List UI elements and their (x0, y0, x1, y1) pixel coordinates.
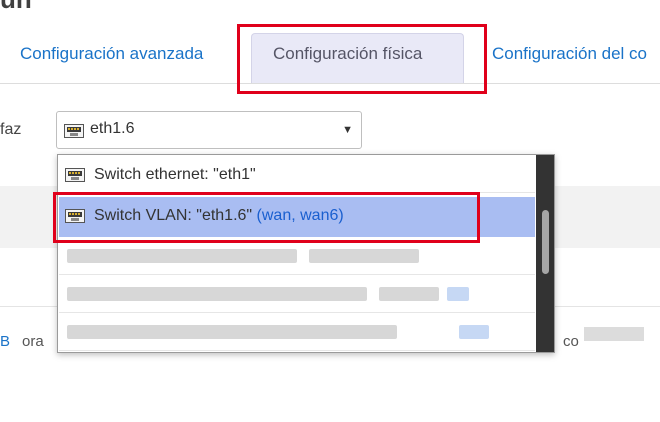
dropdown-option-label: Switch VLAN: "eth1.6" (wan, wan6) (94, 207, 344, 225)
dropdown-option-switch-vlan[interactable]: Switch VLAN: "eth1.6" (wan, wan6) (59, 197, 535, 237)
network-port-icon (64, 124, 84, 138)
caret-down-icon: ▼ (342, 124, 353, 136)
tab-firewall-settings[interactable]: Configuración del co (492, 44, 647, 64)
dropdown-option-obscured[interactable] (59, 237, 535, 275)
dropdown-option-switch-ethernet[interactable]: Switch ethernet: "eth1" (59, 157, 535, 193)
network-port-icon (65, 168, 85, 182)
vlan-networks: (wan, wan6) (256, 207, 344, 224)
network-port-icon (65, 209, 85, 223)
interface-field-label: faz (0, 121, 22, 138)
page-title: un (0, 0, 32, 15)
bottom-right-fragment: co (563, 333, 579, 350)
dropdown-option-label: Switch ethernet: "eth1" (94, 166, 256, 183)
interface-select[interactable]: eth1.6 ▼ (56, 111, 362, 149)
tab-physical-settings[interactable]: Configuración física (273, 44, 422, 64)
interface-select-value: eth1.6 (90, 120, 135, 137)
bottom-text-fragment: ora (22, 333, 44, 350)
dropdown-option-obscured[interactable] (59, 275, 535, 313)
bottom-link-fragment[interactable]: B (0, 333, 10, 350)
tabs-divider (0, 83, 660, 84)
obscured-text (584, 327, 644, 341)
scrollbar-thumb[interactable] (542, 210, 549, 274)
interface-dropdown-list[interactable]: Switch ethernet: "eth1" Switch VLAN: "et… (57, 154, 555, 353)
dropdown-option-obscured[interactable] (59, 313, 535, 351)
dropdown-scrollbar[interactable] (536, 155, 554, 352)
tab-advanced-settings[interactable]: Configuración avanzada (20, 44, 203, 64)
vlan-device-name: Switch VLAN: "eth1.6" (94, 207, 257, 224)
